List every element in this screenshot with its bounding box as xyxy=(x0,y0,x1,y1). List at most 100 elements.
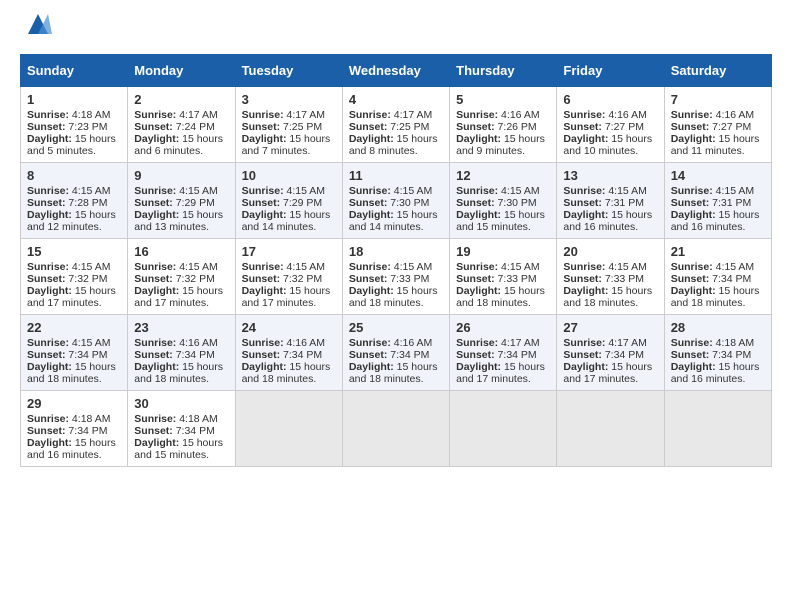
header-row: SundayMondayTuesdayWednesdayThursdayFrid… xyxy=(21,55,772,87)
day-number: 29 xyxy=(27,396,121,411)
sunrise-line: Sunrise: 4:18 AM xyxy=(27,109,121,121)
day-number: 30 xyxy=(134,396,228,411)
day-number: 14 xyxy=(671,168,765,183)
daylight-line: Daylight: 15 hours and 7 minutes. xyxy=(242,133,336,157)
sunset-line: Sunset: 7:34 PM xyxy=(134,349,228,361)
sunrise-line: Sunrise: 4:15 AM xyxy=(456,185,550,197)
daylight-line: Daylight: 15 hours and 18 minutes. xyxy=(456,285,550,309)
day-cell: 14 Sunrise: 4:15 AM Sunset: 7:31 PM Dayl… xyxy=(664,163,771,239)
daylight-line: Daylight: 15 hours and 8 minutes. xyxy=(349,133,443,157)
daylight-line: Daylight: 15 hours and 17 minutes. xyxy=(242,285,336,309)
sunset-line: Sunset: 7:33 PM xyxy=(563,273,657,285)
day-cell: 15 Sunrise: 4:15 AM Sunset: 7:32 PM Dayl… xyxy=(21,239,128,315)
daylight-line: Daylight: 15 hours and 18 minutes. xyxy=(27,361,121,385)
sunset-line: Sunset: 7:34 PM xyxy=(456,349,550,361)
header-wednesday: Wednesday xyxy=(342,55,449,87)
sunrise-line: Sunrise: 4:16 AM xyxy=(349,337,443,349)
week-row-2: 8 Sunrise: 4:15 AM Sunset: 7:28 PM Dayli… xyxy=(21,163,772,239)
sunset-line: Sunset: 7:29 PM xyxy=(242,197,336,209)
day-number: 18 xyxy=(349,244,443,259)
sunrise-line: Sunrise: 4:15 AM xyxy=(27,185,121,197)
sunset-line: Sunset: 7:32 PM xyxy=(134,273,228,285)
daylight-line: Daylight: 15 hours and 13 minutes. xyxy=(134,209,228,233)
daylight-line: Daylight: 15 hours and 12 minutes. xyxy=(27,209,121,233)
day-number: 8 xyxy=(27,168,121,183)
day-cell xyxy=(342,391,449,467)
sunset-line: Sunset: 7:32 PM xyxy=(242,273,336,285)
sunset-line: Sunset: 7:31 PM xyxy=(563,197,657,209)
sunrise-line: Sunrise: 4:18 AM xyxy=(27,413,121,425)
sunrise-line: Sunrise: 4:15 AM xyxy=(134,185,228,197)
day-cell: 5 Sunrise: 4:16 AM Sunset: 7:26 PM Dayli… xyxy=(450,87,557,163)
header-saturday: Saturday xyxy=(664,55,771,87)
day-number: 12 xyxy=(456,168,550,183)
day-cell: 8 Sunrise: 4:15 AM Sunset: 7:28 PM Dayli… xyxy=(21,163,128,239)
sunrise-line: Sunrise: 4:16 AM xyxy=(563,109,657,121)
sunrise-line: Sunrise: 4:16 AM xyxy=(671,109,765,121)
daylight-line: Daylight: 15 hours and 18 minutes. xyxy=(563,285,657,309)
daylight-line: Daylight: 15 hours and 6 minutes. xyxy=(134,133,228,157)
daylight-line: Daylight: 15 hours and 18 minutes. xyxy=(671,285,765,309)
header-monday: Monday xyxy=(128,55,235,87)
sunset-line: Sunset: 7:33 PM xyxy=(456,273,550,285)
day-cell xyxy=(450,391,557,467)
daylight-line: Daylight: 15 hours and 9 minutes. xyxy=(456,133,550,157)
day-cell: 17 Sunrise: 4:15 AM Sunset: 7:32 PM Dayl… xyxy=(235,239,342,315)
daylight-line: Daylight: 15 hours and 17 minutes. xyxy=(456,361,550,385)
daylight-line: Daylight: 15 hours and 18 minutes. xyxy=(242,361,336,385)
daylight-line: Daylight: 15 hours and 17 minutes. xyxy=(563,361,657,385)
sunrise-line: Sunrise: 4:15 AM xyxy=(242,185,336,197)
day-cell: 18 Sunrise: 4:15 AM Sunset: 7:33 PM Dayl… xyxy=(342,239,449,315)
day-cell: 27 Sunrise: 4:17 AM Sunset: 7:34 PM Dayl… xyxy=(557,315,664,391)
day-cell: 29 Sunrise: 4:18 AM Sunset: 7:34 PM Dayl… xyxy=(21,391,128,467)
day-cell: 21 Sunrise: 4:15 AM Sunset: 7:34 PM Dayl… xyxy=(664,239,771,315)
day-cell: 3 Sunrise: 4:17 AM Sunset: 7:25 PM Dayli… xyxy=(235,87,342,163)
day-cell: 23 Sunrise: 4:16 AM Sunset: 7:34 PM Dayl… xyxy=(128,315,235,391)
day-number: 28 xyxy=(671,320,765,335)
day-cell: 11 Sunrise: 4:15 AM Sunset: 7:30 PM Dayl… xyxy=(342,163,449,239)
sunrise-line: Sunrise: 4:17 AM xyxy=(349,109,443,121)
daylight-line: Daylight: 15 hours and 15 minutes. xyxy=(134,437,228,461)
sunset-line: Sunset: 7:34 PM xyxy=(671,273,765,285)
sunrise-line: Sunrise: 4:15 AM xyxy=(27,337,121,349)
day-number: 15 xyxy=(27,244,121,259)
daylight-line: Daylight: 15 hours and 18 minutes. xyxy=(134,361,228,385)
daylight-line: Daylight: 15 hours and 17 minutes. xyxy=(27,285,121,309)
day-cell: 13 Sunrise: 4:15 AM Sunset: 7:31 PM Dayl… xyxy=(557,163,664,239)
day-cell xyxy=(235,391,342,467)
sunrise-line: Sunrise: 4:16 AM xyxy=(242,337,336,349)
daylight-line: Daylight: 15 hours and 16 minutes. xyxy=(671,361,765,385)
sunset-line: Sunset: 7:34 PM xyxy=(27,425,121,437)
day-cell: 16 Sunrise: 4:15 AM Sunset: 7:32 PM Dayl… xyxy=(128,239,235,315)
day-cell: 24 Sunrise: 4:16 AM Sunset: 7:34 PM Dayl… xyxy=(235,315,342,391)
sunrise-line: Sunrise: 4:18 AM xyxy=(671,337,765,349)
sunset-line: Sunset: 7:34 PM xyxy=(563,349,657,361)
sunrise-line: Sunrise: 4:15 AM xyxy=(456,261,550,273)
calendar-table: SundayMondayTuesdayWednesdayThursdayFrid… xyxy=(20,54,772,467)
day-cell: 7 Sunrise: 4:16 AM Sunset: 7:27 PM Dayli… xyxy=(664,87,771,163)
sunset-line: Sunset: 7:31 PM xyxy=(671,197,765,209)
daylight-line: Daylight: 15 hours and 16 minutes. xyxy=(563,209,657,233)
sunset-line: Sunset: 7:32 PM xyxy=(27,273,121,285)
sunset-line: Sunset: 7:34 PM xyxy=(134,425,228,437)
week-row-3: 15 Sunrise: 4:15 AM Sunset: 7:32 PM Dayl… xyxy=(21,239,772,315)
day-number: 5 xyxy=(456,92,550,107)
daylight-line: Daylight: 15 hours and 16 minutes. xyxy=(27,437,121,461)
sunrise-line: Sunrise: 4:17 AM xyxy=(456,337,550,349)
sunset-line: Sunset: 7:29 PM xyxy=(134,197,228,209)
day-number: 20 xyxy=(563,244,657,259)
day-cell xyxy=(664,391,771,467)
day-cell: 22 Sunrise: 4:15 AM Sunset: 7:34 PM Dayl… xyxy=(21,315,128,391)
day-number: 19 xyxy=(456,244,550,259)
sunset-line: Sunset: 7:34 PM xyxy=(242,349,336,361)
day-number: 1 xyxy=(27,92,121,107)
day-cell: 19 Sunrise: 4:15 AM Sunset: 7:33 PM Dayl… xyxy=(450,239,557,315)
daylight-line: Daylight: 15 hours and 10 minutes. xyxy=(563,133,657,157)
day-number: 17 xyxy=(242,244,336,259)
sunset-line: Sunset: 7:33 PM xyxy=(349,273,443,285)
day-number: 23 xyxy=(134,320,228,335)
daylight-line: Daylight: 15 hours and 14 minutes. xyxy=(242,209,336,233)
sunset-line: Sunset: 7:25 PM xyxy=(349,121,443,133)
sunset-line: Sunset: 7:34 PM xyxy=(671,349,765,361)
day-number: 27 xyxy=(563,320,657,335)
